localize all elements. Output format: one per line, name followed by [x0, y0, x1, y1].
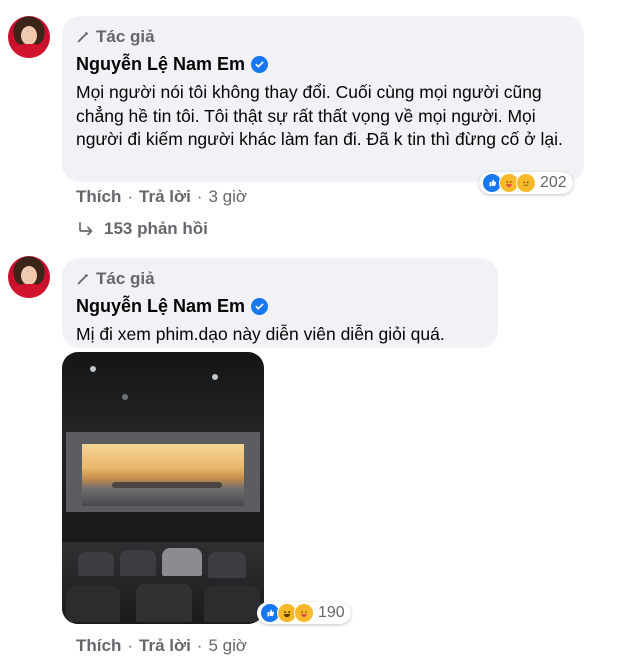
like-button[interactable]: Thích — [76, 187, 121, 207]
reply-button[interactable]: Trả lời — [139, 187, 191, 207]
comment-text: Mị đi xem phim.dạo này diễn viên diễn gi… — [76, 324, 445, 344]
avatar[interactable] — [8, 256, 50, 298]
comment-actions: Thích · Trả lời · 3 giờ — [76, 187, 247, 207]
like-button[interactable]: Thích — [76, 636, 121, 656]
reactions-summary[interactable]: 190 — [257, 602, 351, 624]
comment-text: Mọi người nói tôi không thay đổi. Cuối c… — [76, 82, 563, 149]
timestamp[interactable]: 3 giờ — [208, 187, 247, 207]
cinema-seats — [62, 542, 264, 624]
replies-count-label: 153 phản hồi — [104, 219, 208, 238]
separator: · — [196, 187, 203, 206]
separator: · — [127, 636, 134, 655]
pencil-icon — [77, 273, 89, 285]
author-tag: Tác giả — [76, 26, 570, 48]
reactions-summary[interactable]: 202 — [479, 172, 573, 194]
comment-bubble: Tác giả Nguyễn Lệ Nam Em Mị đi xem phim.… — [62, 258, 498, 348]
separator: · — [127, 187, 134, 206]
author-tag: Tác giả — [76, 268, 484, 290]
author-tag-label: Tác giả — [96, 27, 155, 46]
comment-bubble: Tác giả Nguyễn Lệ Nam Em Mọi người nói t… — [62, 16, 584, 182]
sad-icon — [516, 173, 536, 193]
author-tag-label: Tác giả — [96, 269, 155, 288]
author-name[interactable]: Nguyễn Lệ Nam Em — [76, 296, 245, 317]
author-name[interactable]: Nguyễn Lệ Nam Em — [76, 54, 245, 75]
reply-arrow-icon — [79, 222, 93, 236]
timestamp[interactable]: 5 giờ — [208, 636, 247, 656]
reaction-count: 190 — [318, 604, 345, 621]
view-replies-link[interactable]: 153 phản hồi — [78, 219, 208, 239]
separator: · — [196, 636, 203, 655]
avatar[interactable] — [8, 16, 50, 58]
pencil-icon — [77, 31, 89, 43]
cinema-screen — [82, 444, 244, 506]
care-icon — [294, 603, 314, 623]
comment-photo[interactable] — [62, 352, 264, 624]
verified-badge-icon — [251, 298, 269, 315]
comment-actions: Thích · Trả lời · 5 giờ — [76, 636, 247, 656]
reaction-count: 202 — [540, 174, 567, 191]
verified-badge-icon — [251, 56, 269, 73]
reply-button[interactable]: Trả lời — [139, 636, 191, 656]
